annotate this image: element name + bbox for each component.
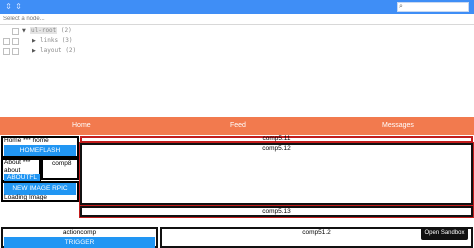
loading-label: Loading Image — [4, 194, 48, 201]
tree-node-count: (3) — [61, 37, 73, 44]
tree-node-name: layout — [40, 47, 62, 54]
about-label: About *** about — [4, 159, 31, 174]
tree-row-root[interactable]: ▼ ul-root (2) — [0, 26, 474, 36]
tree-node-name: links — [40, 37, 59, 44]
tree-checkbox[interactable] — [12, 28, 19, 35]
comp5-11-label: comp5.11 — [262, 135, 291, 142]
comp5-12-panel: comp5.12 — [79, 142, 474, 206]
inspector-search[interactable]: ⌕ — [397, 2, 469, 12]
comp8-panel: comp8 — [41, 158, 79, 180]
actioncomp-label: actioncomp — [62, 229, 97, 236]
tree-checkbox[interactable] — [3, 48, 10, 55]
comp8-label: comp8 — [52, 160, 72, 167]
image-panel: NEW IMAGE RPIC Loading Image — [1, 181, 79, 202]
collapse-icon[interactable]: ⇕ — [14, 2, 23, 12]
search-icon: ⌕ — [399, 2, 403, 10]
tree-node-count: (2) — [65, 47, 77, 54]
app-nav: Home Feed Messages — [0, 117, 474, 135]
home-header: Home *** home — [4, 137, 49, 144]
homeflash-button[interactable]: HOMEFLASH — [4, 145, 76, 156]
caret-down-icon[interactable]: ▼ — [22, 26, 26, 36]
tree-checkbox[interactable] — [12, 48, 19, 55]
tree-node-count: (2) — [60, 27, 72, 34]
about-panel: About *** about ABOUTFL — [1, 158, 41, 182]
expand-icon[interactable]: ⇕ — [4, 2, 13, 12]
home-panel: Home *** home HOMEFLASH — [1, 136, 79, 158]
nav-messages[interactable]: Messages — [382, 117, 414, 135]
node-select-row — [0, 14, 474, 25]
inspector-toolbar: ⇕ ⇕ ⌕ — [0, 0, 474, 14]
comp5-13-panel: comp5.13 — [79, 205, 474, 218]
tree-checkbox[interactable] — [12, 38, 19, 45]
tree-node-name: ul-root — [30, 27, 58, 34]
caret-right-icon[interactable]: ▶ — [32, 36, 36, 46]
comp5-12-label: comp5.12 — [262, 145, 291, 152]
actioncomp-panel: actioncomp TRIGGER — [1, 227, 158, 248]
open-sandbox-button[interactable]: Open Sandbox — [421, 227, 468, 240]
node-select-input[interactable] — [3, 14, 203, 24]
nav-feed[interactable]: Feed — [230, 117, 246, 135]
caret-right-icon[interactable]: ▶ — [32, 46, 36, 56]
trigger-button[interactable]: TRIGGER — [4, 237, 155, 248]
tree-row-links[interactable]: ▶ links (3) — [0, 36, 474, 46]
tree-row-layout[interactable]: ▶ layout (2) — [0, 46, 474, 56]
tree-checkbox[interactable] — [3, 38, 10, 45]
nav-home[interactable]: Home — [72, 117, 91, 135]
comp5-11-panel: comp5.11 — [80, 135, 473, 143]
comp5-13-label: comp5.13 — [262, 208, 291, 215]
